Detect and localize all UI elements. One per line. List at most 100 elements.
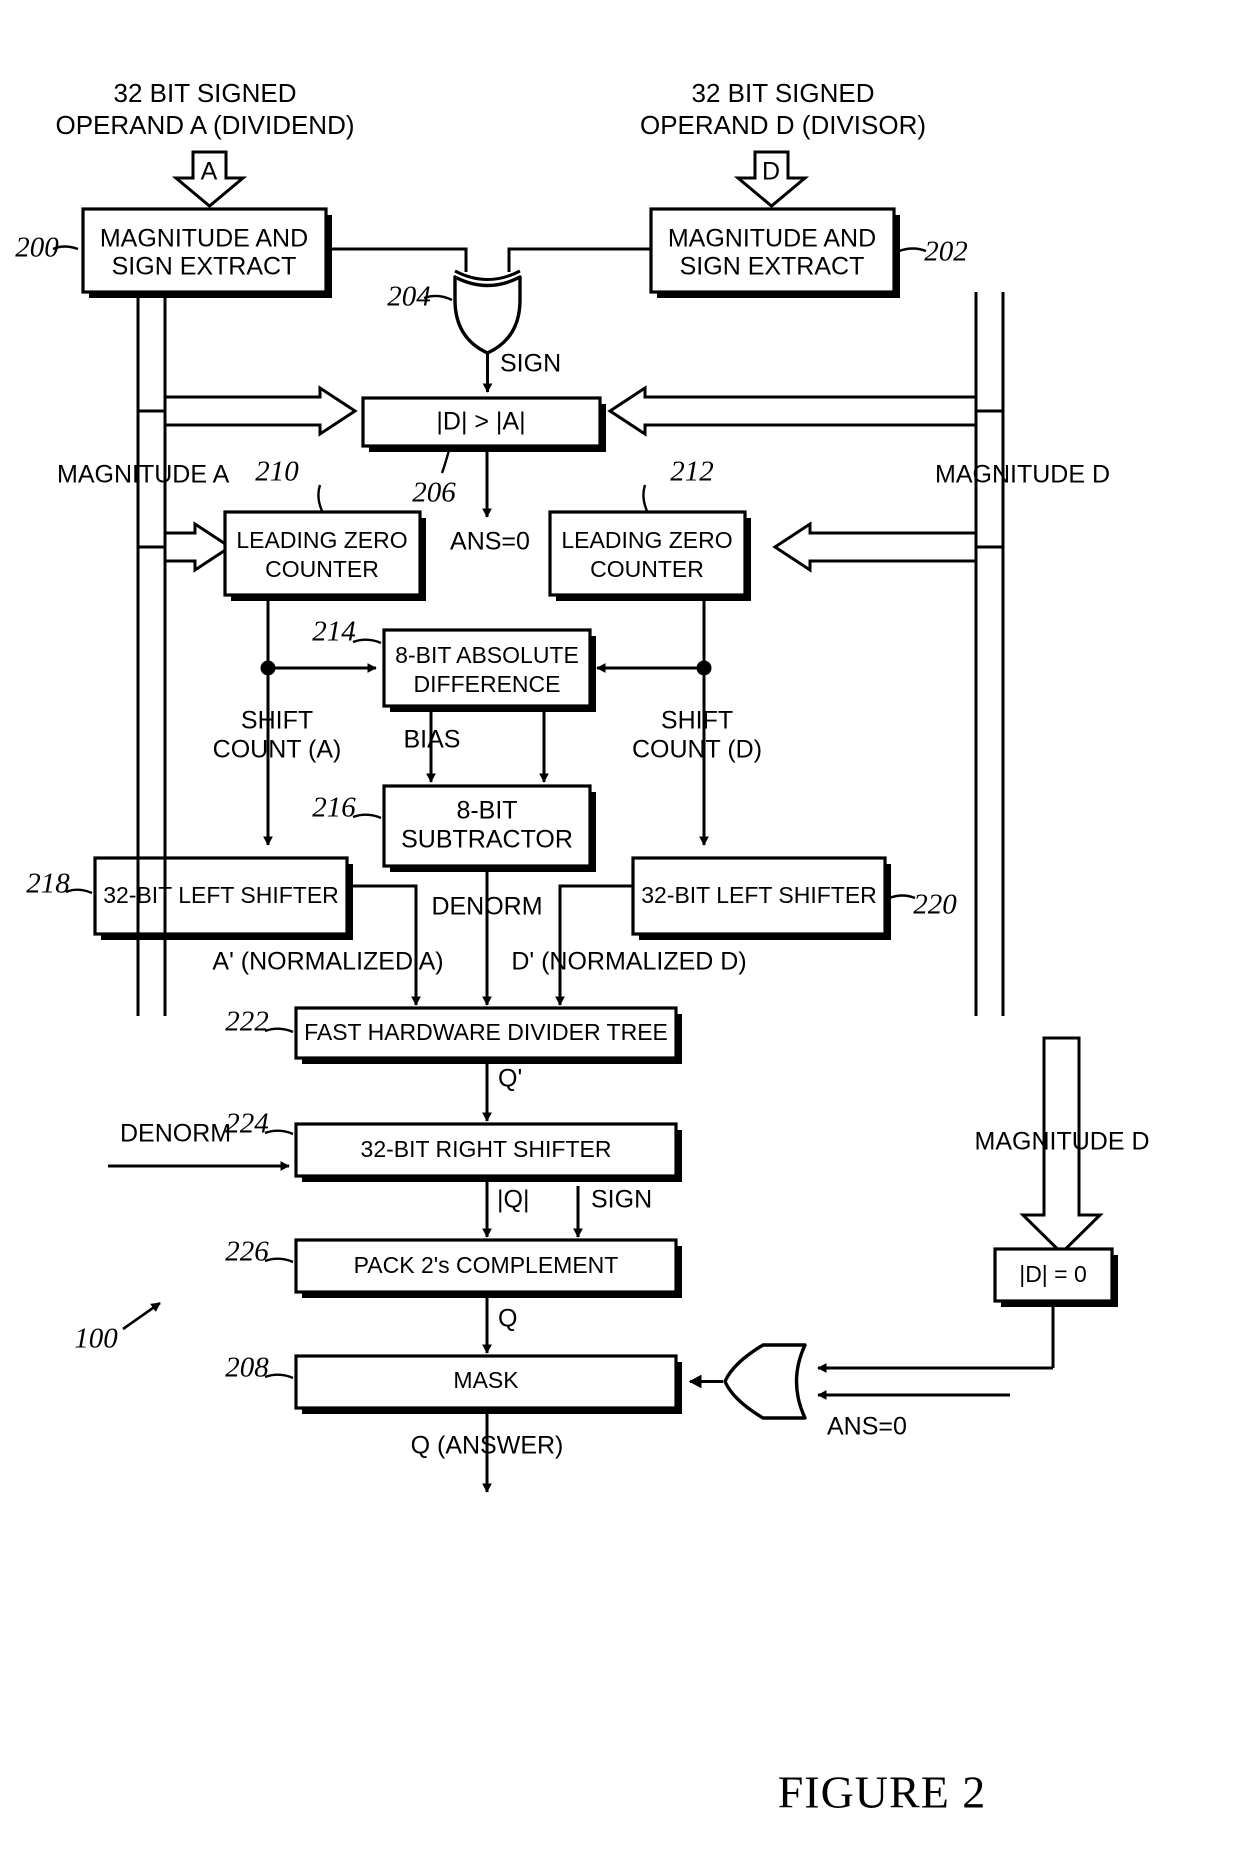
label-ans-zero-top: ANS=0 bbox=[450, 528, 530, 556]
mag-sign-d-line1: MAGNITUDE AND bbox=[668, 225, 876, 253]
block-magnitude-sign-extract-a: MAGNITUDE AND SIGN EXTRACT bbox=[81, 207, 332, 298]
or-gate-mask-enable bbox=[723, 1343, 807, 1420]
ref-226-leader bbox=[264, 1257, 294, 1264]
ref-210: 210 bbox=[255, 456, 299, 488]
ref-204: 204 bbox=[387, 281, 431, 313]
mag-sign-d-line2: SIGN EXTRACT bbox=[680, 253, 865, 281]
operand-a-title-line2: OPERAND A (DIVIDEND) bbox=[55, 110, 354, 140]
arrow-magnitude-a-to-compare bbox=[163, 385, 358, 437]
arrow-magnitude-a-to-lzc bbox=[163, 521, 233, 573]
patent-figure-2: 32 BIT SIGNED OPERAND A (DIVIDEND) 32 BI… bbox=[0, 0, 1240, 1876]
subtractor-line1: 8-BIT bbox=[456, 797, 517, 825]
block-compare-magnitudes: |D| > |A| bbox=[361, 396, 606, 452]
ref-212: 212 bbox=[670, 456, 714, 488]
operand-d-title-line2: OPERAND D (DIVISOR) bbox=[640, 110, 926, 140]
wire-d-normalized-to-divider bbox=[555, 884, 633, 1006]
block-left-shifter-a: 32-BIT LEFT SHIFTER bbox=[93, 856, 353, 940]
ref-220: 220 bbox=[913, 889, 957, 921]
ref-212-leader bbox=[642, 484, 649, 512]
operand-a-arrow-label: A bbox=[201, 158, 218, 186]
compare-label: |D| > |A| bbox=[436, 408, 525, 436]
label-denorm-left: DENORM bbox=[120, 1120, 231, 1148]
ref-224: 224 bbox=[225, 1108, 269, 1140]
block-pack-twos-complement: PACK 2's COMPLEMENT bbox=[294, 1238, 682, 1298]
ref-224-leader bbox=[264, 1129, 294, 1136]
ref-226: 226 bbox=[225, 1236, 269, 1268]
abs-diff-line1: 8-BIT ABSOLUTE bbox=[395, 642, 579, 668]
operand-a-title-line1: 32 BIT SIGNED bbox=[113, 78, 296, 108]
ref-218-leader bbox=[65, 888, 93, 895]
ref-218: 218 bbox=[26, 868, 70, 900]
wire-sign-d-to-xor bbox=[507, 247, 651, 272]
ref-100: 100 bbox=[74, 1323, 118, 1355]
block-leading-zero-counter-d: LEADING ZERO COUNTER bbox=[548, 510, 751, 601]
xor-gate-sign bbox=[453, 269, 522, 355]
block-divider-tree: FAST HARDWARE DIVIDER TREE bbox=[294, 1006, 682, 1064]
arrow-magnitude-d-to-compare bbox=[607, 385, 978, 437]
block-left-shifter-d: 32-BIT LEFT SHIFTER bbox=[631, 856, 891, 940]
right-shifter-label: 32-BIT RIGHT SHIFTER bbox=[361, 1136, 612, 1162]
label-magnitude-d-right: MAGNITUDE D bbox=[975, 1128, 1150, 1156]
ref-220-leader bbox=[888, 894, 916, 900]
block-right-shifter: 32-BIT RIGHT SHIFTER bbox=[294, 1122, 682, 1182]
block-leading-zero-counter-a: LEADING ZERO COUNTER bbox=[223, 510, 426, 601]
mask-label: MASK bbox=[453, 1367, 519, 1393]
ref-200: 200 bbox=[15, 232, 59, 264]
label-bias: BIAS bbox=[404, 726, 461, 754]
label-shift-count-a-line2: COUNT (A) bbox=[213, 736, 342, 764]
block-mask: MASK bbox=[294, 1354, 682, 1414]
lzc-d-line1: LEADING ZERO bbox=[561, 527, 732, 553]
label-magnitude-a: MAGNITUDE A bbox=[57, 461, 230, 489]
label-a-normalized: A' (NORMALIZED A) bbox=[212, 948, 443, 976]
left-shifter-d-label: 32-BIT LEFT SHIFTER bbox=[641, 882, 877, 908]
label-q-magnitude: |Q| bbox=[497, 1186, 529, 1214]
ref-214-leader bbox=[352, 638, 382, 645]
label-ans-zero-bottom: ANS=0 bbox=[827, 1413, 907, 1441]
operand-d-arrow-label: D bbox=[762, 158, 780, 186]
input-header-right: 32 BIT SIGNED OPERAND D (DIVISOR) bbox=[640, 78, 926, 140]
ref-202: 202 bbox=[924, 236, 968, 268]
ref-202-leader bbox=[898, 247, 927, 253]
ref-208: 208 bbox=[225, 1352, 269, 1384]
operand-d-title-line1: 32 BIT SIGNED bbox=[691, 78, 874, 108]
label-denorm-mid: DENORM bbox=[431, 893, 542, 921]
block-d-equals-zero: |D| = 0 bbox=[993, 1247, 1118, 1307]
label-q-prime: Q' bbox=[498, 1065, 522, 1093]
figure-caption: FIGURE 2 bbox=[778, 1767, 987, 1818]
figure-canvas: 32 BIT SIGNED OPERAND A (DIVIDEND) 32 BI… bbox=[15, 78, 1150, 1818]
label-sign-to-pack: SIGN bbox=[591, 1186, 652, 1214]
block-subtractor: 8-BIT SUBTRACTOR bbox=[382, 784, 596, 872]
ref-208-leader bbox=[264, 1373, 294, 1380]
abs-diff-line2: DIFFERENCE bbox=[414, 671, 561, 697]
block-magnitude-sign-extract-d: MAGNITUDE AND SIGN EXTRACT bbox=[649, 207, 900, 298]
lzc-a-line1: LEADING ZERO bbox=[236, 527, 407, 553]
label-shift-count-d-line1: SHIFT bbox=[661, 707, 733, 735]
lzc-d-line2: COUNTER bbox=[590, 556, 704, 582]
operand-a-block-arrow: A bbox=[171, 150, 248, 208]
operand-d-block-arrow: D bbox=[733, 150, 810, 208]
label-sign: SIGN bbox=[500, 350, 561, 378]
ref-222: 222 bbox=[225, 1006, 269, 1038]
label-q-answer: Q (ANSWER) bbox=[411, 1432, 564, 1460]
mag-sign-a-line2: SIGN EXTRACT bbox=[112, 253, 297, 281]
mag-sign-a-line1: MAGNITUDE AND bbox=[100, 225, 308, 253]
ref-206: 206 bbox=[412, 477, 456, 509]
ref-222-leader bbox=[264, 1027, 294, 1034]
block-absolute-difference: 8-BIT ABSOLUTE DIFFERENCE bbox=[382, 628, 596, 712]
wire-sign-a-to-xor bbox=[326, 247, 468, 272]
d-equals-zero-label: |D| = 0 bbox=[1019, 1261, 1087, 1287]
ref-216-leader bbox=[352, 813, 382, 820]
label-q: Q bbox=[498, 1305, 517, 1333]
ref-216: 216 bbox=[312, 792, 356, 824]
divider-tree-label: FAST HARDWARE DIVIDER TREE bbox=[304, 1019, 668, 1045]
input-header-left: 32 BIT SIGNED OPERAND A (DIVIDEND) bbox=[55, 78, 354, 140]
wire-a-normalized-to-divider bbox=[347, 884, 421, 1006]
label-magnitude-d: MAGNITUDE D bbox=[935, 461, 1110, 489]
label-shift-count-d-line2: COUNT (D) bbox=[632, 736, 762, 764]
arrow-magnitude-d-to-lzc bbox=[772, 521, 978, 573]
label-d-normalized: D' (NORMALIZED D) bbox=[511, 948, 746, 976]
ref-210-leader bbox=[317, 484, 324, 512]
label-shift-count-a-line1: SHIFT bbox=[241, 707, 313, 735]
lzc-a-line2: COUNTER bbox=[265, 556, 379, 582]
subtractor-line2: SUBTRACTOR bbox=[401, 826, 573, 854]
